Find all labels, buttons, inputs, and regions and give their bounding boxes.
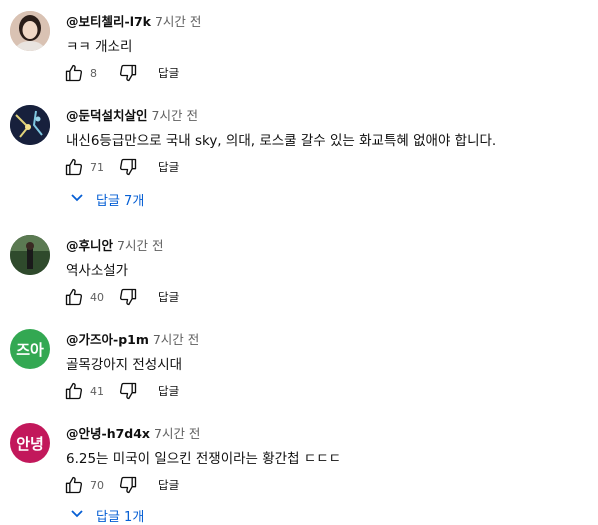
like-count: 70 xyxy=(90,478,104,492)
comment-header: @둔덕설치살인 7시간 전 xyxy=(66,105,198,124)
reply-button[interactable]: 답글 xyxy=(158,159,179,175)
avatar[interactable] xyxy=(10,235,50,275)
like-count: 8 xyxy=(90,66,97,80)
comment-text: 역사소설가 xyxy=(66,263,129,279)
avatar[interactable] xyxy=(10,105,50,145)
thumbs-up-icon[interactable] xyxy=(62,473,86,497)
thumbs-up-icon[interactable] xyxy=(62,285,86,309)
thumbs-up-icon[interactable] xyxy=(62,379,86,403)
author-name[interactable]: @보티첼리-l7k xyxy=(66,14,151,29)
avatar[interactable]: 즈아 xyxy=(10,329,50,369)
avatar-initials: 즈아 xyxy=(16,340,44,359)
view-replies-button[interactable]: 답글 7개 xyxy=(70,190,144,209)
comment-header: @안녕-h7d4x 7시간 전 xyxy=(66,423,200,442)
comment-text: 골목강아지 전성시대 xyxy=(66,357,183,373)
reply-button[interactable]: 답글 xyxy=(158,383,179,399)
avatar[interactable]: 안녕 xyxy=(10,423,50,463)
comment-actions: 8 답글 xyxy=(62,61,179,85)
chevron-down-icon xyxy=(70,192,84,207)
comment-text: ㅋㅋ 개소리 xyxy=(66,39,133,55)
comment-text: 내신6등급만으로 국내 sky, 의대, 로스쿨 갈수 있는 화교특혜 없애야 … xyxy=(66,133,497,149)
chevron-down-icon xyxy=(70,508,84,523)
comment-header: @보티첼리-l7k 7시간 전 xyxy=(66,11,201,30)
comment-actions: 70 답글 xyxy=(62,473,179,497)
reply-button[interactable]: 답글 xyxy=(158,65,179,81)
comment-text: 6.25는 미국이 일으킨 전쟁이라는 황간첩 ㄷㄷㄷ xyxy=(66,451,342,467)
author-name[interactable]: @가즈아-p1m xyxy=(66,332,149,347)
thumbs-down-icon[interactable] xyxy=(116,61,140,85)
comment-actions: 41 답글 xyxy=(62,379,179,403)
replies-label: 답글 1개 xyxy=(96,510,145,525)
comment-time[interactable]: 7시간 전 xyxy=(117,238,163,253)
thumbs-down-icon[interactable] xyxy=(116,285,140,309)
thumbs-up-icon[interactable] xyxy=(62,155,86,179)
author-name[interactable]: @후니안 xyxy=(66,238,113,253)
comment-time[interactable]: 7시간 전 xyxy=(154,426,200,441)
author-name[interactable]: @안녕-h7d4x xyxy=(66,426,150,441)
like-count: 41 xyxy=(90,384,104,398)
view-replies-button[interactable]: 답글 1개 xyxy=(70,506,144,525)
comment-actions: 71 답글 xyxy=(62,155,179,179)
thumbs-down-icon[interactable] xyxy=(116,379,140,403)
reply-button[interactable]: 답글 xyxy=(158,477,179,493)
reply-button[interactable]: 답글 xyxy=(158,289,179,305)
comment-time[interactable]: 7시간 전 xyxy=(152,108,198,123)
thumbs-up-icon[interactable] xyxy=(62,61,86,85)
avatar[interactable] xyxy=(10,11,50,51)
like-count: 71 xyxy=(90,160,104,174)
comment-actions: 40 답글 xyxy=(62,285,179,309)
replies-label: 답글 7개 xyxy=(96,194,145,209)
thumbs-down-icon[interactable] xyxy=(116,473,140,497)
comment-header: @후니안 7시간 전 xyxy=(66,235,163,254)
comment-header: @가즈아-p1m 7시간 전 xyxy=(66,329,199,348)
comment-time[interactable]: 7시간 전 xyxy=(153,332,199,347)
like-count: 40 xyxy=(90,290,104,304)
avatar-initials: 안녕 xyxy=(16,434,44,453)
thumbs-down-icon[interactable] xyxy=(116,155,140,179)
comment-time[interactable]: 7시간 전 xyxy=(155,14,201,29)
author-name[interactable]: @둔덕설치살인 xyxy=(66,108,148,123)
